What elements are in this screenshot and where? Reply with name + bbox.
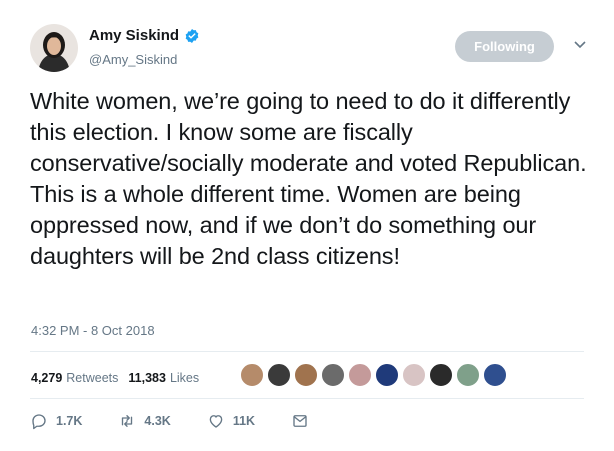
verified-badge-icon	[185, 28, 199, 43]
author-avatar[interactable]	[30, 24, 78, 72]
engagement-stats: 4,279 Retweets 11,383 Likes	[31, 371, 209, 385]
retweet-icon	[122, 415, 133, 427]
liker-avatar[interactable]	[321, 363, 345, 387]
like-button[interactable]: 11K	[207, 412, 255, 430]
reply-button[interactable]: 1.7K	[30, 412, 82, 430]
reply-count: 1.7K	[56, 414, 83, 428]
liker-avatar[interactable]	[402, 363, 426, 387]
likes-label[interactable]: Likes	[170, 371, 199, 385]
liker-avatar[interactable]	[348, 363, 372, 387]
divider-top	[30, 351, 584, 352]
liker-avatar[interactable]	[483, 363, 507, 387]
heart-icon	[209, 415, 223, 428]
liker-avatar[interactable]	[267, 363, 291, 387]
retweets-label[interactable]: Retweets	[66, 371, 118, 385]
likers-avatars[interactable]	[240, 363, 510, 387]
liker-avatar[interactable]	[456, 363, 480, 387]
retweet-button[interactable]: 4.3K	[118, 412, 171, 430]
tweet-timestamp[interactable]: 4:32 PM - 8 Oct 2018	[31, 323, 155, 338]
author-name[interactable]: Amy Siskind	[89, 27, 179, 44]
retweet-count: 4.3K	[144, 414, 171, 428]
author-handle[interactable]: @Amy_Siskind	[89, 52, 177, 67]
likes-count[interactable]: 11,383	[128, 371, 166, 385]
reply-icon	[32, 414, 46, 430]
liker-avatar[interactable]	[429, 363, 453, 387]
direct-message-button[interactable]	[291, 412, 317, 430]
liker-avatar[interactable]	[375, 363, 399, 387]
action-bar: 1.7K 4.3K 11K	[30, 412, 353, 430]
envelope-icon	[293, 415, 307, 427]
chevron-down-icon[interactable]	[574, 40, 586, 50]
liker-avatar[interactable]	[294, 363, 318, 387]
like-count: 11K	[232, 414, 256, 428]
divider-bottom	[30, 398, 584, 399]
following-button[interactable]: Following	[455, 31, 554, 62]
author-name-row[interactable]: Amy Siskind	[89, 27, 200, 44]
liker-avatar[interactable]	[240, 363, 264, 387]
tweet-text: White women, we’re going to need to do i…	[30, 88, 587, 269]
retweets-count[interactable]: 4,279	[31, 371, 62, 385]
